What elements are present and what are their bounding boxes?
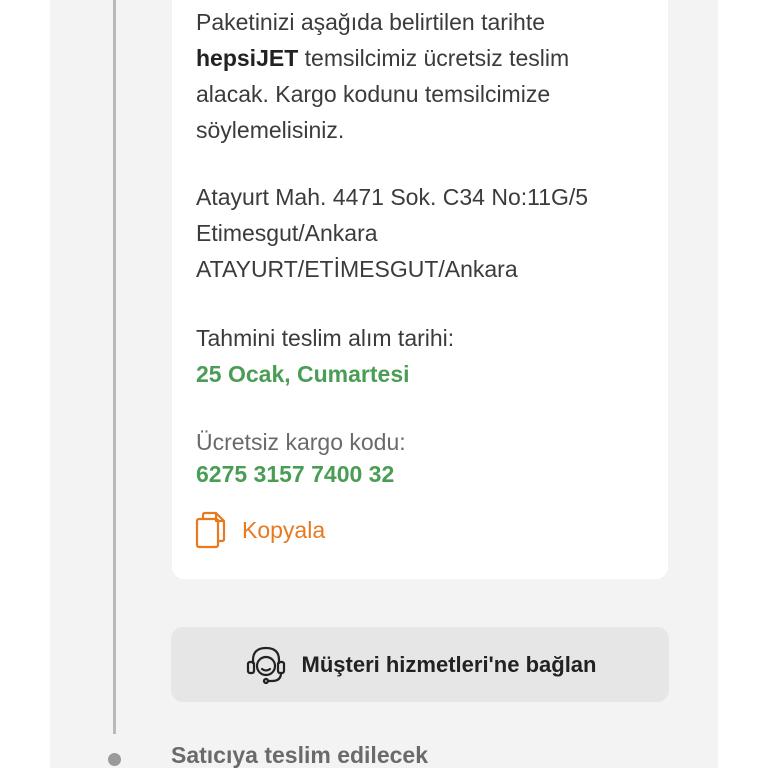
- customer-service-button[interactable]: Müşteri hizmetleri'ne bağlan: [171, 627, 669, 702]
- description-part-1: Paketinizi aşağıda belirtilen tarihte: [196, 9, 546, 35]
- cargo-code-value: 6275 3157 7400 32: [196, 461, 395, 487]
- address-line-3: ATAYURT/ETİMESGUT/Ankara: [196, 256, 518, 282]
- address-line-2: Etimesgut/Ankara: [196, 220, 378, 246]
- headset-icon: [246, 646, 285, 684]
- carrier-name: hepsiJET: [196, 45, 299, 71]
- estimated-date-label: Tahmini teslim alım tarihi:: [196, 325, 455, 351]
- pickup-address: Atayurt Mah. 4471 Sok. C34 No:11G/5 Etim…: [196, 179, 636, 287]
- estimated-date-value: 25 Ocak, Cumartesi: [196, 361, 410, 387]
- address-line-1: Atayurt Mah. 4471 Sok. C34 No:11G/5: [196, 184, 589, 210]
- pickup-description: Paketinizi aşağıda belirtilen tarihte he…: [196, 4, 616, 148]
- cargo-code-label: Ücretsiz kargo kodu:: [196, 429, 406, 455]
- copy-button[interactable]: Kopyala: [194, 510, 325, 550]
- copy-icon: [195, 511, 226, 549]
- timeline-dot: [108, 753, 121, 766]
- customer-service-label: Müşteri hizmetleri'ne bağlan: [301, 651, 597, 677]
- timeline-line: [113, 0, 116, 734]
- timeline-next-step: Satıcıya teslim edilecek: [171, 742, 428, 768]
- copy-label: Kopyala: [242, 516, 326, 543]
